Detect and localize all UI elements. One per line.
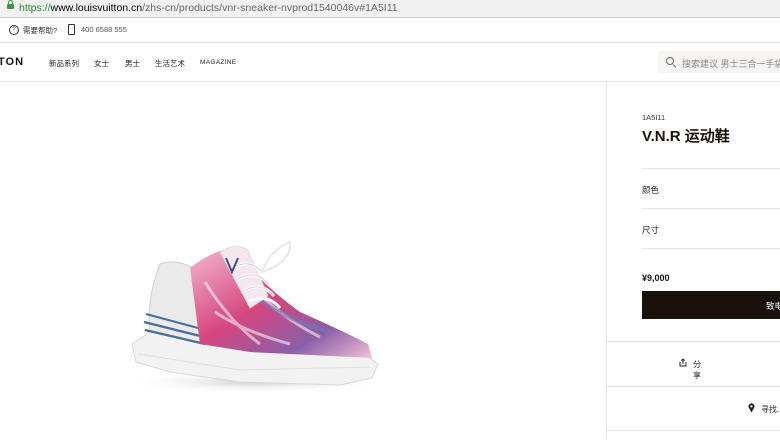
product-sku: 1A5I11 (642, 113, 666, 122)
browser-url-bar[interactable]: https://www.louisvuitton.cn/zhs-cn/produ… (0, 0, 780, 18)
search-icon (666, 57, 674, 65)
divider (607, 386, 780, 387)
help-link[interactable]: 需要帮助? (23, 25, 57, 36)
call-button-label: 致电 (766, 301, 780, 311)
help-icon[interactable]: ? (9, 25, 19, 35)
find-label: 寻找... (761, 405, 780, 414)
size-selector[interactable]: 尺寸 (642, 224, 659, 236)
help-bar: ? 需要帮助? 400 6588 555 (0, 18, 780, 43)
nav-item-men[interactable]: 男士 (125, 58, 140, 85)
phone-icon (68, 24, 75, 35)
product-price: ¥9,000 (642, 273, 670, 283)
call-button[interactable]: 致电 (642, 291, 780, 319)
search-input[interactable]: 搜索建议 男士三合一手袋 (658, 51, 780, 73)
share-label: 分享 (693, 360, 701, 380)
divider (607, 341, 780, 342)
nav-item-women[interactable]: 女士 (94, 58, 109, 69)
share-icon (679, 358, 687, 367)
url-text[interactable]: https://www.louisvuitton.cn/zhs-cn/produ… (19, 0, 398, 17)
divider (642, 208, 780, 209)
divider (607, 430, 780, 431)
main-nav: TON 新品系列 女士 男士 生活艺术 MAGAZINE 搜索建议 男士三合一手… (0, 43, 780, 85)
divider (642, 168, 780, 169)
sneaker-image (120, 240, 390, 394)
color-selector[interactable]: 颜色 (642, 184, 659, 196)
product-title: V.N.R 运动鞋 (642, 128, 730, 145)
location-pin-icon (748, 403, 755, 413)
divider (642, 248, 780, 249)
nav-item-art-of-living[interactable]: 生活艺术 (155, 58, 185, 69)
product-gallery[interactable] (0, 82, 606, 439)
phone-number[interactable]: 400 6588 555 (81, 25, 127, 34)
brand-logo[interactable]: TON (0, 56, 24, 68)
nav-item-new[interactable]: 新品系列 (49, 58, 79, 69)
nav-item-magazine[interactable]: MAGAZINE (200, 59, 236, 66)
search-placeholder: 搜索建议 男士三合一手袋 (682, 59, 780, 69)
lock-icon (7, 0, 14, 9)
